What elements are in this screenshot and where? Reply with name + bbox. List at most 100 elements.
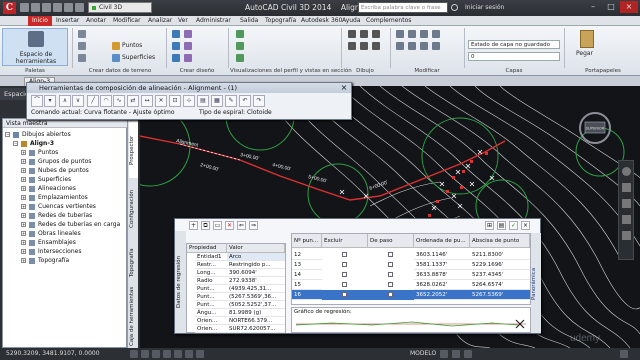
expand-toggle-icon[interactable]: + bbox=[21, 204, 26, 209]
prop-value[interactable]: SUR72.620057... bbox=[227, 325, 285, 333]
surface-create-icon[interactable] bbox=[78, 54, 86, 62]
expand-toggle-icon[interactable]: + bbox=[21, 195, 26, 200]
paste-button[interactable]: Pegar bbox=[576, 50, 593, 57]
zoom-icon[interactable] bbox=[622, 199, 631, 208]
tab-autodesk360[interactable]: Autodesk 360 bbox=[301, 16, 342, 26]
new-file-icon[interactable] bbox=[20, 3, 29, 12]
ortho-icon[interactable] bbox=[152, 350, 160, 358]
expand-toggle-icon[interactable]: + bbox=[21, 249, 26, 254]
prop-value[interactable]: Restringido p... bbox=[227, 261, 285, 269]
accept-icon[interactable]: ✓ bbox=[509, 221, 518, 230]
clean-screen-icon[interactable] bbox=[620, 350, 628, 358]
points-create-icon[interactable] bbox=[78, 42, 86, 50]
grid-header[interactable]: Abscisa de punto bbox=[470, 234, 530, 248]
vtab-configuracion[interactable]: Configuración bbox=[129, 180, 138, 238]
tab-administrar[interactable]: Administrar bbox=[196, 16, 231, 26]
arc-icon[interactable] bbox=[348, 42, 356, 50]
expand-toggle-icon[interactable]: − bbox=[5, 132, 10, 137]
trim-icon[interactable] bbox=[420, 30, 428, 38]
showmotion-icon[interactable] bbox=[622, 231, 631, 240]
curve-tool-icon[interactable]: ◠ bbox=[100, 95, 112, 107]
save-icon[interactable] bbox=[42, 3, 51, 12]
exclude-checkbox[interactable] bbox=[342, 292, 347, 297]
spiral-tool-icon[interactable]: ∿ bbox=[113, 95, 125, 107]
pass-through-checkbox[interactable] bbox=[388, 252, 393, 257]
exclude-checkbox[interactable] bbox=[342, 282, 347, 287]
reverse-icon[interactable]: ↔ bbox=[141, 95, 153, 107]
exclude-checkbox[interactable] bbox=[342, 252, 347, 257]
tab-ayuda[interactable]: Ayuda bbox=[342, 16, 361, 26]
prop-value[interactable]: (5052.5252',37... bbox=[227, 301, 285, 309]
expand-toggle-icon[interactable]: − bbox=[13, 141, 18, 146]
paste-row-icon[interactable]: ▭ bbox=[213, 221, 222, 230]
expand-toggle-icon[interactable]: + bbox=[21, 168, 26, 173]
prop-value[interactable]: 390.6094' bbox=[227, 269, 285, 277]
rotate-icon[interactable] bbox=[408, 30, 416, 38]
pass-through-checkbox[interactable] bbox=[388, 272, 393, 277]
pass-through-checkbox[interactable] bbox=[388, 282, 393, 287]
pipe-network-icon[interactable] bbox=[184, 54, 192, 62]
vtab-caja-herramientas[interactable]: Caja de herramientas bbox=[129, 287, 138, 346]
profile-view-icon[interactable] bbox=[236, 30, 244, 38]
section-view-icon[interactable] bbox=[236, 42, 244, 50]
layout-tools-title[interactable]: Herramientas de composición de alineació… bbox=[27, 83, 351, 93]
otrack-icon[interactable] bbox=[185, 350, 193, 358]
close-icon[interactable]: × bbox=[620, 1, 638, 13]
expand-toggle-icon[interactable]: + bbox=[21, 231, 26, 236]
search-icon[interactable] bbox=[451, 4, 458, 11]
dynamic-input-icon[interactable] bbox=[196, 350, 204, 358]
editor-close-icon[interactable]: × bbox=[521, 221, 530, 230]
prop-value[interactable]: (5267.5369',36... bbox=[227, 293, 285, 301]
layer-state-dropdown[interactable]: Estado de capa no guardado bbox=[468, 40, 560, 49]
convert-icon[interactable]: ⇄ bbox=[127, 95, 139, 107]
pass-through-checkbox[interactable] bbox=[388, 292, 393, 297]
pan-icon[interactable] bbox=[622, 183, 631, 192]
osnap-icon[interactable] bbox=[174, 350, 182, 358]
expand-toggle-icon[interactable]: + bbox=[21, 150, 26, 155]
app-logo-icon[interactable]: C bbox=[3, 2, 16, 14]
stretch-icon[interactable] bbox=[420, 42, 428, 50]
tangent-tangent-icon[interactable]: ⌒ bbox=[31, 95, 43, 107]
grid-icon[interactable] bbox=[141, 350, 149, 358]
expand-toggle-icon[interactable]: + bbox=[21, 258, 26, 263]
tab-analizar[interactable]: Analizar bbox=[148, 16, 172, 26]
move-icon[interactable] bbox=[396, 30, 404, 38]
grid-header[interactable]: De paso bbox=[368, 234, 414, 248]
pass-through-checkbox[interactable] bbox=[388, 262, 393, 267]
line-icon[interactable] bbox=[348, 30, 356, 38]
toolspace-button[interactable]: Espacio de herramientas bbox=[2, 28, 68, 66]
line-tool-icon[interactable]: ╱ bbox=[87, 95, 99, 107]
expand-toggle-icon[interactable]: + bbox=[21, 222, 26, 227]
search-input[interactable]: Escriba palabra clave o frase bbox=[358, 2, 448, 13]
pick-subentity-icon[interactable]: ⊹ bbox=[183, 95, 195, 107]
polar-icon[interactable] bbox=[163, 350, 171, 358]
workspace-dropdown[interactable]: Civil 3D bbox=[88, 2, 152, 13]
pi-insert-icon[interactable]: ∧ bbox=[59, 95, 71, 107]
undo-layout-icon[interactable]: ↶ bbox=[239, 95, 251, 107]
forward-icon[interactable]: ⇒ bbox=[249, 221, 258, 230]
exclude-checkbox[interactable] bbox=[342, 262, 347, 267]
redo-icon[interactable] bbox=[75, 3, 84, 12]
copy-row-icon[interactable]: ⧉ bbox=[201, 221, 210, 230]
points-menu[interactable]: Puntos bbox=[122, 42, 142, 49]
grading-icon[interactable] bbox=[184, 42, 192, 50]
rectangle-icon[interactable] bbox=[360, 42, 368, 50]
dropdown-arrow-icon[interactable]: ▾ bbox=[44, 95, 56, 107]
geometry-editor-icon[interactable]: ✎ bbox=[225, 95, 237, 107]
maximize-icon[interactable]: □ bbox=[602, 1, 620, 13]
tab-ver[interactable]: Ver bbox=[178, 16, 188, 26]
paste-icon[interactable] bbox=[580, 30, 594, 48]
layout-icon[interactable] bbox=[440, 350, 448, 358]
undo-icon[interactable] bbox=[64, 3, 73, 12]
corridor-icon[interactable] bbox=[172, 54, 180, 62]
expand-toggle-icon[interactable]: + bbox=[21, 159, 26, 164]
tab-anotar[interactable]: Anotar bbox=[86, 16, 106, 26]
scale-icon[interactable] bbox=[432, 42, 440, 50]
expand-toggle-icon[interactable]: + bbox=[21, 186, 26, 191]
prop-value[interactable]: 81.9989 (g) bbox=[227, 309, 285, 317]
workspace-switch-icon[interactable] bbox=[464, 350, 472, 358]
annotation-scale-icon[interactable] bbox=[452, 350, 460, 358]
tab-topografia[interactable]: Topografía bbox=[265, 16, 296, 26]
props-header[interactable]: Propiedad bbox=[187, 244, 227, 253]
survey-import-icon[interactable] bbox=[78, 30, 86, 38]
